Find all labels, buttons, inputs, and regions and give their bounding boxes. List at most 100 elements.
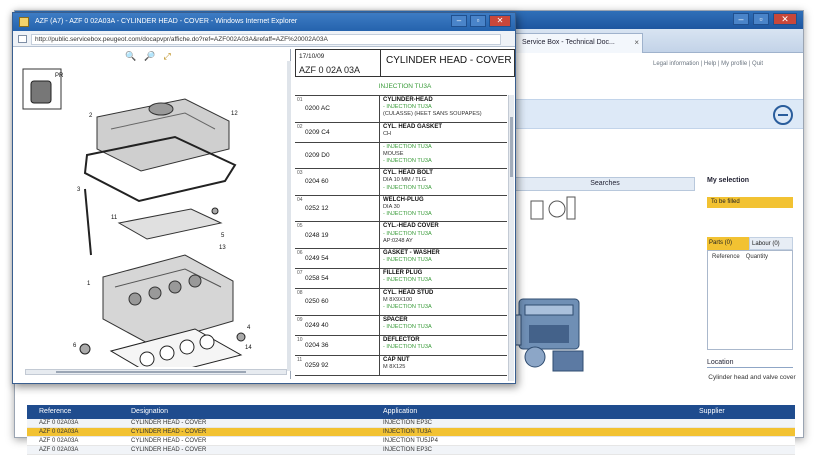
tab-close-icon[interactable]: × [634, 38, 639, 47]
diagram-vertical-scrollbar[interactable] [287, 61, 291, 371]
catalogue-title: CYLINDER HEAD - COVER [386, 55, 512, 66]
parts-row[interactable]: 08 0250 60 CYL. HEAD STUD M 8X9X100- INJECT… [295, 288, 507, 316]
column-divider [379, 142, 380, 169]
application-subheading: INJECTION TU3A [378, 83, 432, 90]
location-text: Cylinder head and valve cover [708, 374, 796, 381]
parts-row[interactable]: 01 0200 AC CYLINDER-HEAD - INJECTION TU3A (C… [295, 96, 507, 123]
part-code[interactable]: 0249 54 [305, 255, 329, 262]
part-name: DEFLECTOR [383, 336, 420, 343]
engine-thumbnail[interactable] [513, 285, 595, 381]
table-row[interactable]: AZF 0 02A03A CYLINDER HEAD - COVER INJECTI… [27, 428, 795, 437]
part-application: - INJECTION TU3A [383, 211, 432, 218]
maximize-button[interactable]: ▫ [753, 13, 769, 25]
part-detail: MOUSE [383, 150, 404, 157]
location-divider [707, 367, 793, 368]
column-divider [379, 195, 380, 222]
parts-row[interactable]: 02 0209 C4 CYL. HEAD GASKET CH [295, 122, 507, 143]
component-icons[interactable] [529, 193, 577, 223]
part-code[interactable]: 0204 60 [305, 178, 329, 185]
callout-11: 11 [111, 215, 118, 221]
part-code[interactable]: 0249 40 [305, 322, 329, 329]
selection-tabs: Parts (0) Labour (0) [707, 237, 793, 250]
column-divider [379, 335, 380, 355]
parts-catalogue-popup: AZF (A7) - AZF 0 02A03A - CYLINDER HEAD … [12, 12, 516, 384]
table-body: AZF 0 02A03A CYLINDER HEAD - COVER INJECTI… [27, 419, 795, 455]
table-row[interactable]: AZF 0 02A03A CYLINDER HEAD - COVER INJECTI… [27, 446, 795, 455]
background-window-controls: – ▫ ✕ [733, 13, 797, 25]
user-links[interactable]: Legal information | Help | My profile | … [653, 61, 763, 67]
part-code[interactable]: 0209 C4 [305, 129, 330, 136]
reference-column-header: Reference [712, 254, 740, 260]
part-code[interactable]: 0252 12 [305, 205, 329, 212]
table-row[interactable]: AZF 0 02A03A CYLINDER HEAD - COVER INJECTI… [27, 419, 795, 428]
parts-row[interactable]: 07 0258 54 FILLER PLUG - INJECTION TU3A [295, 268, 507, 289]
part-application: - INJECTION TU3A [383, 343, 432, 350]
parts-row[interactable]: 06 0249 54 GASKET - WASHER - INJECTION TU3A [295, 248, 507, 269]
quantity-column-header: Quantity [745, 254, 769, 260]
parts-vertical-scrollbar[interactable] [508, 95, 514, 381]
part-detail: AP:0248 AY [383, 237, 413, 244]
callout-2: 2 [89, 113, 93, 119]
parts-table: 01 0200 AC CYLINDER-HEAD - INJECTION TU3A (C… [295, 95, 507, 376]
part-code[interactable]: 0248 19 [305, 232, 329, 239]
exploded-diagram-pane: 🔍 🔎 ⤢ PR 2 12 3 11 5 13 1 6 4 14 [15, 49, 291, 379]
column-divider [379, 96, 380, 122]
diagram-horizontal-scrollbar[interactable] [25, 369, 287, 375]
column-divider [379, 122, 380, 142]
part-index: 01 [297, 97, 303, 103]
parts-row[interactable]: 03 0204 60 CYL. HEAD BOLT DIA 10 MM / TLG - … [295, 169, 507, 196]
column-divider [379, 355, 380, 375]
tab-parts[interactable]: Parts (0) [707, 237, 749, 250]
browser-tab[interactable]: Service Box - Technical Doc... × [515, 33, 643, 53]
part-application: - INJECTION TU3A [383, 184, 432, 191]
parts-scroll-thumb[interactable] [510, 117, 513, 177]
part-name: FILLER PLUG [383, 269, 423, 276]
part-code[interactable]: 0250 60 [305, 298, 329, 305]
popup-maximize-button[interactable]: ▫ [470, 15, 486, 27]
popup-window-controls: – ▫ ✕ [451, 15, 511, 27]
location-title: Location [707, 359, 734, 366]
callout-13: 13 [219, 245, 226, 251]
col-designation[interactable]: Designation [131, 408, 168, 415]
part-code[interactable]: 0258 54 [305, 275, 329, 282]
stud [211, 207, 219, 215]
row-designation: CYLINDER HEAD - COVER [131, 438, 207, 444]
table-row[interactable]: AZF 0 02A03A CYLINDER HEAD - COVER INJECTI… [27, 437, 795, 446]
part-index: 11 [297, 356, 303, 363]
parts-list-header: 17/10/09 AZF 0 02A 03A CYLINDER HEAD - C… [295, 49, 515, 77]
parts-row[interactable]: 05 0248 19 CYL.-HEAD COVER - INJECTION TU3A… [295, 222, 507, 249]
close-button[interactable]: ✕ [773, 13, 797, 25]
diagram-scroll-thumb[interactable] [56, 371, 246, 373]
my-selection-title: My selection [707, 177, 750, 184]
popup-minimize-button[interactable]: – [451, 15, 467, 27]
cylinder-head-exploded-view[interactable]: PR 2 12 3 11 5 13 1 6 4 7 14 [15, 59, 287, 367]
catalogue-date: 17/10/09 [299, 53, 325, 60]
part-code[interactable]: 0259 92 [305, 362, 329, 369]
part-detail: CH [383, 130, 392, 137]
col-application[interactable]: Application [383, 408, 417, 415]
part-index: 05 [297, 223, 303, 230]
col-reference[interactable]: Reference [39, 408, 71, 415]
row-application: INJECTION EP3C [383, 420, 433, 426]
part-code[interactable]: 0209 D0 [305, 152, 330, 159]
part-code[interactable]: 0200 AC [305, 105, 330, 112]
globe-icon[interactable] [773, 105, 793, 125]
part-code[interactable]: 0204 36 [305, 342, 329, 349]
searches-tab[interactable]: Searches [515, 177, 695, 191]
tab-labour[interactable]: Labour (0) [749, 237, 793, 250]
popup-close-button[interactable]: ✕ [489, 15, 511, 27]
part-detail: DIA 30 [383, 203, 400, 210]
parts-row[interactable]: 09 0249 40 SPACER - INJECTION TU3A [295, 315, 507, 336]
address-field[interactable]: http://public.servicebox.peugeot.com/doc… [31, 34, 501, 45]
column-divider [379, 222, 380, 248]
parts-row[interactable]: 11 0259 92 CAP NUT M 8X125 [295, 355, 507, 376]
minimize-button[interactable]: – [733, 13, 749, 25]
part-index: 09 [297, 316, 303, 323]
parts-row[interactable]: 04 0252 12 WELCH-PLUG DIA 30- INJECTION TU3… [295, 195, 507, 223]
part-name: GASKET - WASHER [383, 249, 440, 256]
col-supplier[interactable]: Supplier [699, 408, 725, 415]
part-application: - INJECTION TU3A [383, 257, 432, 264]
parts-row[interactable]: 10 0204 36 DEFLECTOR - INJECTION TU3A [295, 335, 507, 356]
row-designation: CYLINDER HEAD - COVER [131, 420, 207, 426]
parts-row[interactable]: 0209 D0 - INJECTION TU3A MOUSE - INJECTION … [295, 142, 507, 170]
